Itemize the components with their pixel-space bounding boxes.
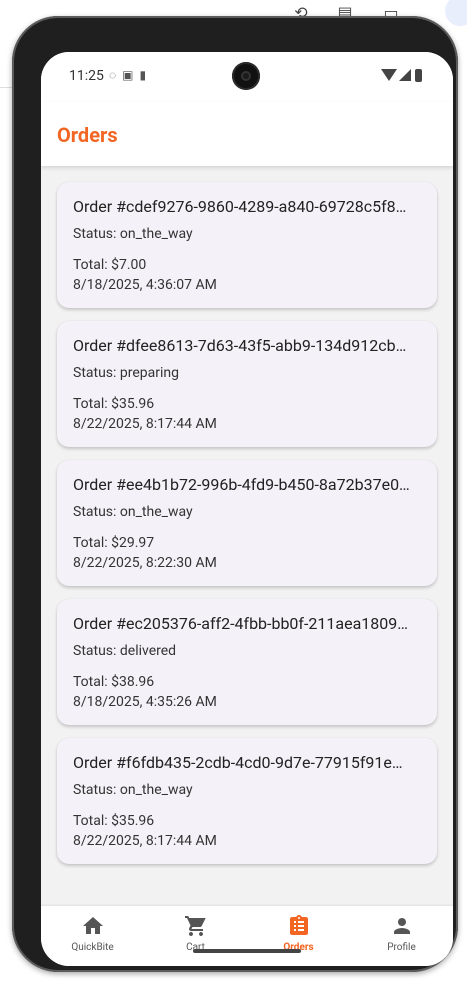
order-date: 8/22/2025, 8:22:30 AM xyxy=(73,555,217,571)
front-camera xyxy=(232,62,260,90)
nav-item-orders[interactable]: Orders xyxy=(247,906,350,966)
order-status: Status: on_the_way xyxy=(73,782,193,798)
order-card[interactable]: Order #f6fdb435-2cdb-4cd0-9d7e-77915f91e… xyxy=(57,738,437,864)
vpn-icon: ◌ xyxy=(109,68,123,82)
order-date: 8/18/2025, 4:35:26 AM xyxy=(73,694,217,710)
order-total: Total: $7.00 xyxy=(73,257,147,273)
order-total: Total: $35.96 xyxy=(73,396,155,412)
order-status: Status: delivered xyxy=(73,643,177,659)
orders-icon xyxy=(290,915,308,935)
order-status: Status: on_the_way xyxy=(73,226,193,242)
browser-profile-icon[interactable] xyxy=(445,0,467,26)
order-date: 8/22/2025, 8:17:44 AM xyxy=(73,833,217,849)
bottom-navigation: QuickBite Cart Orders Profile xyxy=(41,906,453,966)
order-total: Total: $35.96 xyxy=(73,813,155,829)
app-bar: Orders xyxy=(41,102,453,166)
tile-icon: ▣ xyxy=(122,68,140,82)
status-indicators xyxy=(381,69,427,83)
nav-item-cart[interactable]: Cart xyxy=(144,906,247,966)
order-date: 8/22/2025, 8:17:44 AM xyxy=(73,416,217,432)
page-title: Orders xyxy=(57,123,118,147)
order-id: Order #cdef9276-9860-4289-a840-69728c5f8… xyxy=(73,197,407,216)
profile-icon xyxy=(394,918,410,934)
cart-icon xyxy=(185,916,206,936)
app-screen: 11:25 ◌▣▮ Orders Order #cdef9276-9860-42… xyxy=(41,52,453,966)
home-indicator[interactable] xyxy=(193,949,301,953)
order-card[interactable]: Order #cdef9276-9860-4289-a840-69728c5f8… xyxy=(57,182,437,308)
signal-icon xyxy=(399,69,411,81)
orders-list[interactable]: Order #cdef9276-9860-4289-a840-69728c5f8… xyxy=(41,166,453,906)
order-id: Order #ec205376-aff2-4fbb-bb0f-211aea180… xyxy=(73,614,408,633)
order-id: Order #f6fdb435-2cdb-4cd0-9d7e-77915f91e… xyxy=(73,753,403,772)
order-id: Order #dfee8613-7d63-43f5-abb9-134d912cb… xyxy=(73,336,407,355)
order-card[interactable]: Order #dfee8613-7d63-43f5-abb9-134d912cb… xyxy=(57,321,437,447)
status-icons: ◌▣▮ xyxy=(109,68,152,82)
sd-card-icon: ▮ xyxy=(139,68,153,82)
battery-icon xyxy=(415,69,422,82)
status-time: 11:25 xyxy=(69,68,104,84)
order-status: Status: preparing xyxy=(73,365,180,381)
order-total: Total: $38.96 xyxy=(73,674,155,690)
order-card[interactable]: Order #ec205376-aff2-4fbb-bb0f-211aea180… xyxy=(57,599,437,725)
phone-frame: 11:25 ◌▣▮ Orders Order #cdef9276-9860-42… xyxy=(12,16,458,972)
order-id: Order #ee4b1b72-996b-4fd9-b450-8a72b37e0… xyxy=(73,475,410,494)
home-icon xyxy=(83,917,103,934)
nav-item-quickbite[interactable]: QuickBite xyxy=(41,906,144,966)
order-date: 8/18/2025, 4:36:07 AM xyxy=(73,277,217,293)
status-bar: 11:25 ◌▣▮ xyxy=(41,52,453,102)
nav-item-profile[interactable]: Profile xyxy=(350,906,453,966)
nav-label: QuickBite xyxy=(71,942,114,953)
order-card[interactable]: Order #ee4b1b72-996b-4fd9-b450-8a72b37e0… xyxy=(57,460,437,586)
order-total: Total: $29.97 xyxy=(73,535,155,551)
order-status: Status: on_the_way xyxy=(73,504,193,520)
wifi-icon xyxy=(381,69,397,81)
nav-label: Profile xyxy=(387,942,416,953)
